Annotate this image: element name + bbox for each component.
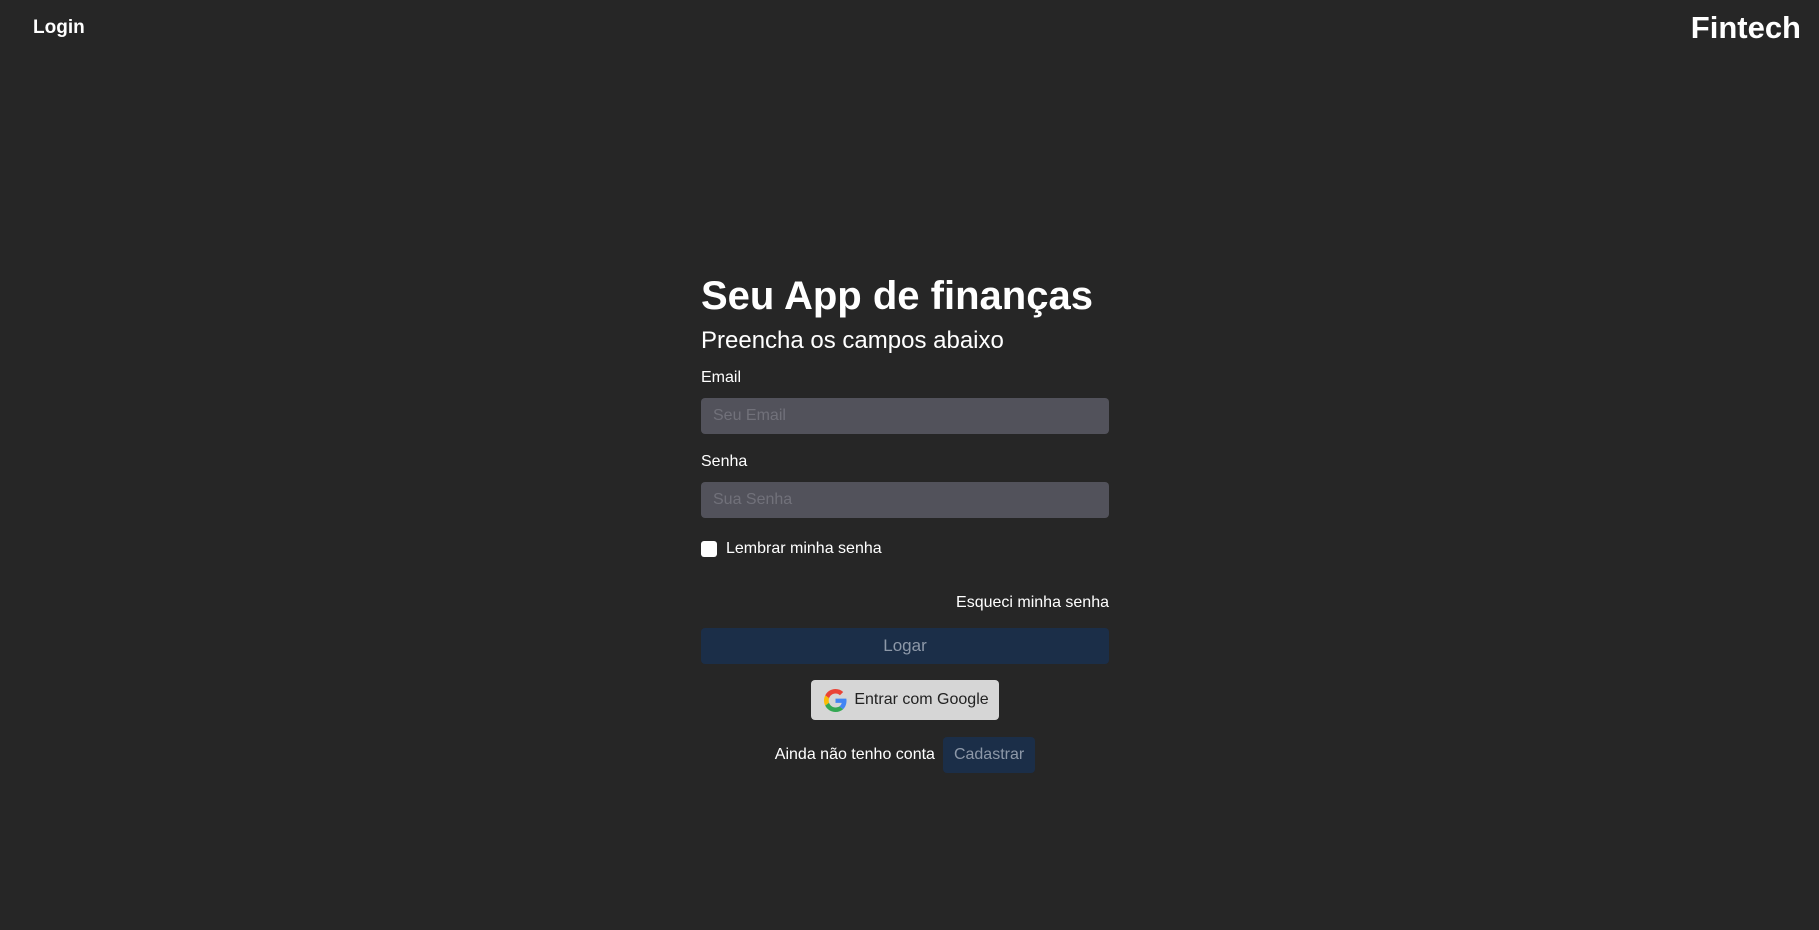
google-signin-button[interactable]: Entrar com Google: [811, 680, 999, 720]
email-input[interactable]: [701, 398, 1109, 434]
signup-row: Ainda não tenho conta Cadastrar: [701, 737, 1109, 773]
email-label: Email: [701, 369, 742, 386]
forgot-password-link[interactable]: Esqueci minha senha: [956, 594, 1109, 616]
password-input[interactable]: [701, 482, 1109, 518]
signup-button[interactable]: Cadastrar: [942, 737, 1036, 773]
password-label: Senha: [701, 453, 748, 470]
google-signin-label: Entrar com Google: [854, 691, 989, 708]
remember-label: Lembrar minha senha: [726, 540, 882, 557]
page-title: Seu App de finanças: [701, 274, 1093, 318]
nav-login-link[interactable]: Login: [33, 17, 85, 39]
forgot-row: Esqueci minha senha: [701, 594, 1109, 616]
signup-prompt: Ainda não tenho conta: [774, 746, 935, 763]
remember-checkbox[interactable]: [701, 541, 717, 557]
google-icon: [824, 688, 847, 712]
remember-row: Lembrar minha senha: [701, 538, 1109, 560]
login-button[interactable]: Logar: [701, 628, 1109, 664]
login-form: Seu App de finanças Preencha os campos a…: [701, 268, 1109, 773]
google-row: Entrar com Google: [701, 680, 1109, 720]
brand-logo-text: Fintech: [1690, 10, 1801, 45]
page-subtitle: Preencha os campos abaixo: [701, 327, 1004, 354]
